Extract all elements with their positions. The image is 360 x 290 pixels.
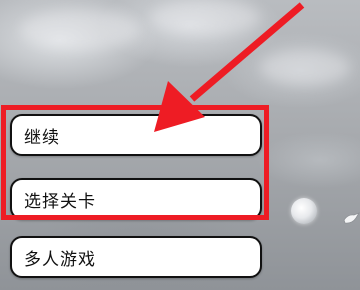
annotation-arrow-icon xyxy=(154,2,305,132)
game-background: 继续 选择关卡 多人游戏 xyxy=(0,0,360,290)
